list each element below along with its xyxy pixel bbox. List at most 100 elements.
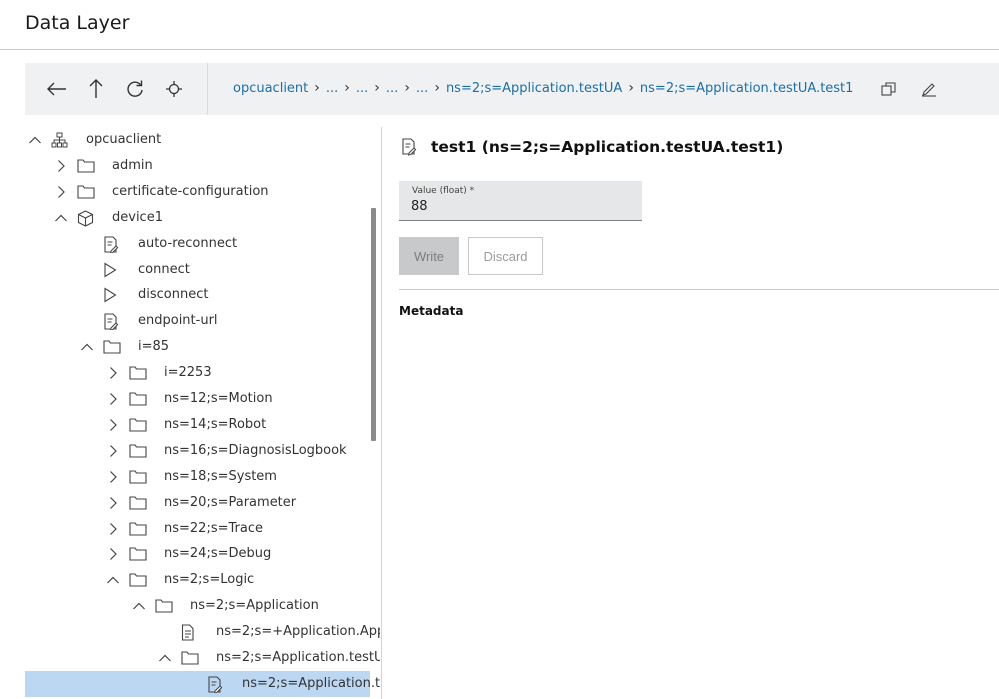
- locate-icon[interactable]: [161, 76, 187, 102]
- tree-node-label: ns=22;s=Trace: [164, 520, 263, 536]
- up-arrow-icon[interactable]: [83, 76, 109, 102]
- tree-node[interactable]: ns=20;s=Parameter: [25, 490, 370, 516]
- chevron-right-icon[interactable]: [105, 469, 121, 485]
- tree-node[interactable]: auto-reconnect: [25, 231, 370, 257]
- tree-node-label: ns=12;s=Motion: [164, 391, 273, 406]
- editable-document-icon: [103, 236, 121, 254]
- tree-node-label: ns=2;s=Application: [190, 598, 319, 614]
- chevron-up-icon[interactable]: [157, 650, 173, 666]
- tree-node[interactable]: connect: [25, 257, 370, 283]
- tree-node-label: ns=2;s=Application.testU: [216, 650, 380, 665]
- tree-node[interactable]: opcuaclient: [25, 127, 370, 153]
- tree-node[interactable]: ns=2;s=Application.testU: [25, 645, 380, 671]
- folder-icon: [129, 572, 147, 588]
- chevron-up-icon[interactable]: [53, 210, 69, 226]
- folder-icon: [181, 650, 199, 666]
- breadcrumb-item[interactable]: ...: [416, 81, 428, 96]
- panel-divider: [381, 127, 382, 699]
- tree-node[interactable]: endpoint-url: [25, 308, 370, 334]
- tree-node-label: device1: [112, 209, 163, 225]
- folder-icon: [129, 443, 147, 459]
- breadcrumb-item[interactable]: ns=2;s=Application.testUA: [446, 81, 622, 96]
- tree-node-label: ns=18;s=System: [164, 468, 277, 484]
- detail-title: test1 (ns=2;s=Application.testUA.test1): [431, 138, 784, 156]
- tree-node-label: ns=16;s=DiagnosisLogbook: [164, 442, 347, 458]
- tree-node-label: i=85: [138, 339, 170, 355]
- tree-node[interactable]: ns=2;s=Logic: [25, 567, 370, 593]
- breadcrumb-item[interactable]: ...: [326, 81, 338, 96]
- tree-node-label: ns=24;s=Debug: [164, 546, 272, 562]
- breadcrumb-item[interactable]: opcuaclient: [233, 81, 308, 96]
- chevron-up-icon[interactable]: [131, 598, 147, 614]
- chevron-right-icon[interactable]: [53, 184, 69, 200]
- chevron-right-icon: ›: [404, 80, 410, 96]
- tree-node[interactable]: ns=22;s=Trace: [25, 516, 370, 542]
- tree-node[interactable]: i=2253: [25, 360, 370, 386]
- folder-icon: [129, 391, 147, 407]
- chevron-right-icon[interactable]: [53, 158, 69, 174]
- chevron-right-icon: ›: [314, 80, 320, 96]
- chevron-right-icon[interactable]: [105, 391, 121, 407]
- play-icon: [103, 262, 121, 278]
- tree-node[interactable]: ns=12;s=Motion: [25, 386, 370, 412]
- tree-node[interactable]: ns=18;s=System: [25, 464, 370, 490]
- tree-node[interactable]: i=85: [25, 334, 370, 360]
- tree-scrollbar[interactable]: [371, 208, 376, 441]
- tree-node-label: ns=2;s=Application.te: [242, 675, 380, 691]
- chevron-right-icon: ›: [628, 80, 634, 96]
- chevron-up-icon[interactable]: [27, 132, 43, 148]
- chevron-right-icon[interactable]: [105, 546, 121, 562]
- network-icon: [51, 132, 69, 148]
- folder-icon: [155, 598, 173, 614]
- chevron-up-icon[interactable]: [105, 572, 121, 588]
- value-field-label: Value (float) *: [412, 186, 475, 196]
- tree-node-label: connect: [138, 261, 190, 277]
- tree-node[interactable]: ns=2;s=Application.te: [25, 670, 380, 697]
- tree-node-label: opcuaclient: [86, 132, 162, 147]
- tree-node[interactable]: admin: [25, 153, 370, 179]
- chevron-right-icon[interactable]: [105, 417, 121, 433]
- editable-document-icon: [401, 138, 417, 160]
- chevron-up-icon[interactable]: [79, 339, 95, 355]
- section-divider: [399, 289, 999, 290]
- breadcrumb-item[interactable]: ...: [356, 81, 368, 96]
- write-button[interactable]: Write: [399, 237, 459, 275]
- breadcrumb-item-current[interactable]: ns=2;s=Application.testUA.test1: [640, 81, 854, 96]
- tree-node[interactable]: device1: [25, 205, 370, 231]
- tree-node[interactable]: ns=24;s=Debug: [25, 541, 370, 567]
- page-title: Data Layer: [25, 12, 130, 34]
- chevron-right-icon[interactable]: [105, 495, 121, 511]
- document-icon: [181, 624, 199, 641]
- edit-icon[interactable]: [916, 76, 942, 102]
- editable-document-icon: [207, 676, 225, 694]
- chevron-right-icon[interactable]: [105, 521, 121, 537]
- discard-button[interactable]: Discard: [468, 237, 543, 275]
- tree-node-label: ns=2;s=Logic: [164, 572, 255, 588]
- folder-icon: [103, 339, 121, 355]
- value-input[interactable]: [411, 199, 631, 214]
- back-arrow-icon[interactable]: [44, 76, 70, 102]
- refresh-icon[interactable]: [122, 76, 148, 102]
- chevron-right-icon[interactable]: [105, 365, 121, 381]
- breadcrumb-item[interactable]: ...: [386, 81, 398, 96]
- cube-icon: [77, 210, 95, 227]
- folder-icon: [129, 469, 147, 485]
- tree-node[interactable]: ns=16;s=DiagnosisLogbook: [25, 438, 370, 464]
- copy-icon[interactable]: [876, 76, 902, 102]
- chevron-right-icon[interactable]: [105, 443, 121, 459]
- toolbar: opcuaclient › ... › ... › ... › ... › ns…: [25, 63, 999, 115]
- tree-node[interactable]: certificate-configuration: [25, 179, 370, 205]
- tree-node[interactable]: ns=2;s=+Application.Appl: [25, 619, 380, 645]
- tree-node[interactable]: ns=14;s=Robot: [25, 412, 370, 438]
- tree-node-label: ns=20;s=Parameter: [164, 494, 297, 510]
- tree-node-label: ns=2;s=+Application.Appl: [216, 624, 380, 640]
- tree-node[interactable]: disconnect: [25, 282, 370, 308]
- folder-icon: [77, 158, 95, 174]
- tree-node-label: i=2253: [164, 365, 212, 381]
- folder-icon: [129, 495, 147, 511]
- value-field[interactable]: Value (float) *: [399, 181, 642, 221]
- tree-node-label: certificate-configuration: [112, 183, 269, 199]
- tree-node-label: admin: [112, 157, 153, 173]
- breadcrumb: opcuaclient › ... › ... › ... › ... › ns…: [233, 80, 853, 96]
- tree-node[interactable]: ns=2;s=Application: [25, 593, 370, 619]
